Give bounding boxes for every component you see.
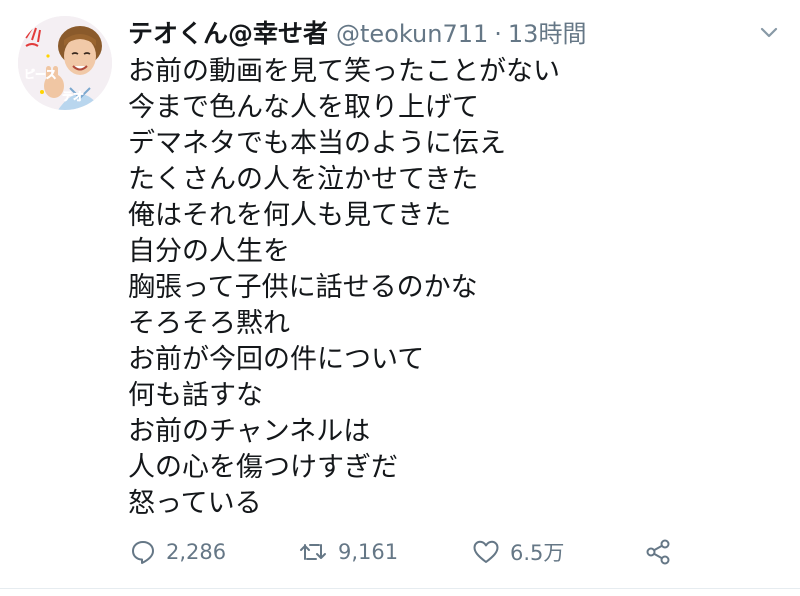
user-handle[interactable]: @teokun711	[336, 20, 488, 48]
divider	[0, 588, 800, 589]
tweet-text-line: 怒っている	[128, 488, 262, 519]
tweet-text-line: デマネタでも本当のように伝え	[128, 128, 506, 159]
heart-icon	[473, 540, 499, 563]
tweet-text-line: 胸張って子供に話せるのかな	[128, 272, 478, 303]
tweet-text-line: お前が今回の件について	[128, 344, 425, 375]
svg-text:テオ: テオ	[62, 90, 84, 103]
tweet: ピース テオ テオくん@幸せ者 @teokun711 · 13時間 お前の動画を…	[0, 0, 800, 596]
tweet-header: テオくん@幸せ者 @teokun711 · 13時間	[128, 14, 586, 52]
tweet-text-line: 今まで色んな人を取り上げて	[128, 92, 479, 123]
tweet-text-line: たくさんの人を泣かせてきた	[128, 164, 479, 195]
tweet-text-line: お前のチャンネルは	[128, 416, 371, 447]
tweet-text-line: そろそろ黙れ	[128, 308, 290, 339]
tweet-text: お前の動画を見て笑ったことがない 今まで色んな人を取り上げて デマネタでも本当の…	[128, 54, 768, 522]
tweet-text-line: 何も話すな	[128, 380, 263, 411]
share-icon	[646, 539, 670, 565]
avatar[interactable]: ピース テオ	[18, 16, 112, 110]
chevron-down-icon	[760, 27, 778, 38]
tweet-text-line: 俺はそれを何人も見てきた	[128, 200, 452, 231]
svg-text:ピース: ピース	[24, 68, 56, 81]
reply-icon	[132, 541, 154, 564]
retweet-count: 9,161	[338, 540, 399, 564]
retweet-icon	[300, 544, 326, 560]
tweet-text-line: お前の動画を見て笑ったことがない	[128, 56, 560, 87]
timestamp[interactable]: 13時間	[508, 14, 587, 49]
like-count: 6.5万	[510, 541, 565, 565]
tweet-actions: 2,286 9,161 6.5万	[130, 532, 690, 572]
retweet-button[interactable]: 9,161	[298, 532, 398, 572]
tweet-menu-button[interactable]	[756, 22, 782, 42]
like-button[interactable]: 6.5万	[472, 532, 564, 572]
tweet-text-line: 自分の人生を	[128, 236, 290, 267]
share-button[interactable]	[644, 532, 672, 572]
display-name[interactable]: テオくん@幸せ者	[128, 14, 328, 50]
reply-count: 2,286	[166, 540, 227, 564]
separator-dot: ·	[494, 20, 502, 48]
avatar-image: ピース テオ	[18, 16, 112, 110]
tweet-text-line: 人の心を傷つけすぎだ	[128, 452, 398, 483]
reply-button[interactable]: 2,286	[130, 532, 226, 572]
